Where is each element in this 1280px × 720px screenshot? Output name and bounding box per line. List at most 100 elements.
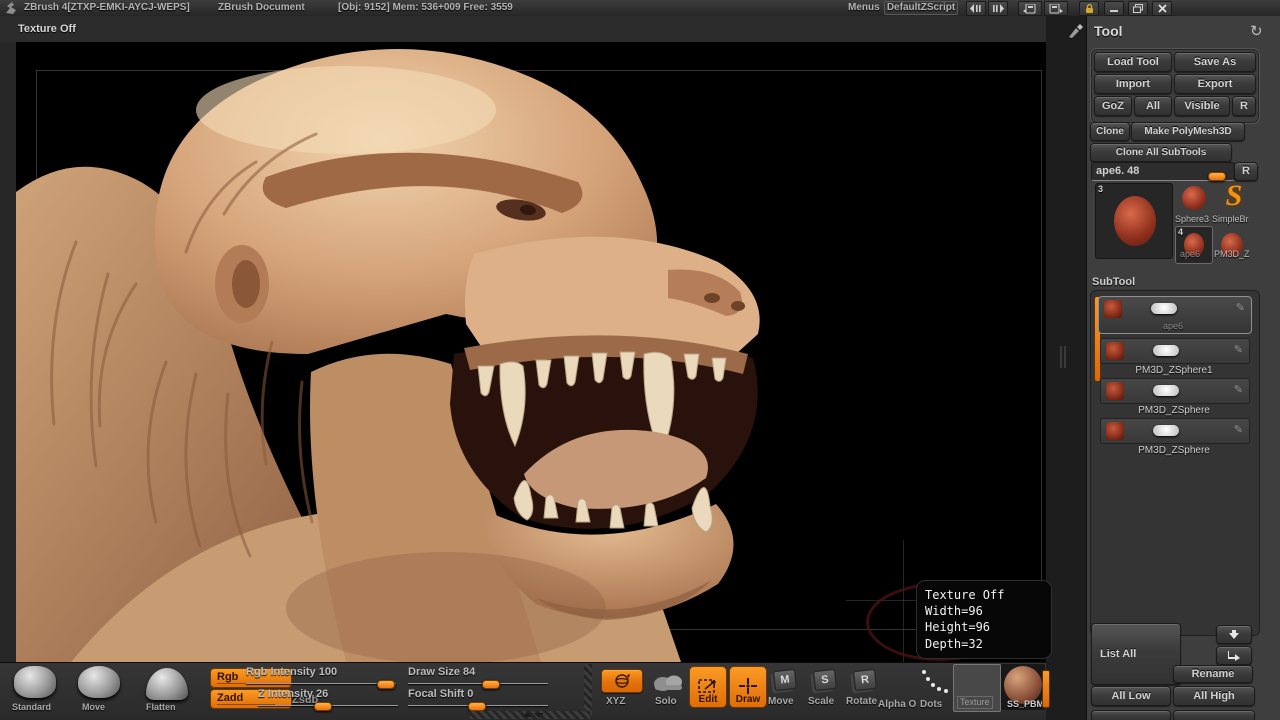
solo-label: Solo xyxy=(655,697,677,707)
clone-button[interactable]: Clone xyxy=(1090,122,1130,141)
lock-icon[interactable] xyxy=(1079,1,1099,16)
subtool-duplicate-button[interactable] xyxy=(1216,646,1252,665)
rgb-intensity-slider[interactable]: Rgb Intensity 100 xyxy=(246,667,396,689)
export-button[interactable]: Export xyxy=(1174,74,1256,94)
tray-divider[interactable] xyxy=(1046,16,1086,720)
alpha-selector[interactable]: Alpha O xyxy=(878,700,916,710)
arrow-down-icon xyxy=(1229,630,1239,639)
eye-visibility-icon[interactable] xyxy=(1151,303,1177,314)
polypaint-brush-icon[interactable]: ✎ xyxy=(1234,383,1243,396)
load-tool-button[interactable]: Load Tool xyxy=(1094,52,1172,72)
rotate-r-icon: R xyxy=(853,669,877,691)
polypaint-brush-icon[interactable]: ✎ xyxy=(1234,343,1243,356)
make-polymesh3d-button[interactable]: Make PolyMesh3D xyxy=(1131,122,1245,141)
brush-move[interactable] xyxy=(78,666,120,698)
tool-panel-title: Tool xyxy=(1094,24,1123,39)
restore-icon[interactable] xyxy=(1128,1,1148,16)
solo-button[interactable] xyxy=(650,672,688,692)
goz-all-button[interactable]: All xyxy=(1134,96,1172,116)
tray-arrow-up-icon xyxy=(522,712,532,717)
eye-visibility-icon[interactable] xyxy=(1153,425,1179,436)
eye-visibility-icon[interactable] xyxy=(1153,385,1179,396)
toolbar-edge-scrollbar[interactable] xyxy=(1042,670,1050,708)
all-low-button[interactable]: All Low xyxy=(1091,686,1171,706)
draw-cross-icon xyxy=(738,677,758,695)
ape-sculpture[interactable] xyxy=(16,42,1046,662)
left-tray-edge[interactable] xyxy=(0,42,17,662)
active-tool-thumbnail[interactable]: 3 xyxy=(1095,183,1173,259)
list-all-button[interactable]: List All xyxy=(1091,623,1181,685)
quickpick-simplebrush[interactable]: S xyxy=(1216,178,1252,214)
slider-track[interactable] xyxy=(246,683,396,684)
edit-button[interactable]: Edit xyxy=(689,666,727,708)
all-high-button[interactable]: All High xyxy=(1173,686,1255,706)
slider-knob[interactable] xyxy=(468,702,486,711)
cut-off-button-right[interactable] xyxy=(1173,710,1255,720)
app-title: ZBrush 4[ZTXP-EMKI-AYCJ-WEPS] xyxy=(24,3,190,13)
subtool-item-label: PM3D_ZSphere1 xyxy=(1100,366,1248,376)
status-row: Texture Off xyxy=(0,16,1046,43)
slider-knob[interactable] xyxy=(314,702,332,711)
goz-visible-button[interactable]: Visible xyxy=(1174,96,1230,116)
tray-divider-grip[interactable] xyxy=(1060,346,1062,368)
slider-knob[interactable] xyxy=(377,680,395,689)
zscript-button[interactable]: DefaultZScript xyxy=(884,1,958,15)
subtool-section-title: SubTool xyxy=(1092,276,1135,288)
material-selector[interactable]: SS_PBM xyxy=(1001,664,1045,710)
focal-shift-slider[interactable]: Focal Shift 0 xyxy=(408,689,548,711)
goz-button[interactable]: GoZ xyxy=(1094,96,1132,116)
dots-stroke-icon[interactable] xyxy=(918,668,950,696)
clone-all-subtools-button[interactable]: Clone All SubTools xyxy=(1090,143,1232,162)
subtool-item-zsphere2[interactable]: ✎ xyxy=(1100,378,1250,404)
zadd-mode-label: Zadd xyxy=(217,692,243,704)
subtool-down-button[interactable] xyxy=(1216,625,1252,644)
move-label: Move xyxy=(768,697,794,707)
tray-arrow-down-icon xyxy=(534,713,544,718)
polypaint-brush-icon[interactable]: ✎ xyxy=(1234,423,1243,436)
draw-size-slider[interactable]: Draw Size 84 xyxy=(408,667,548,689)
polypaint-brush-icon[interactable]: ✎ xyxy=(1236,301,1245,314)
palette-dock-right-icon[interactable] xyxy=(1044,1,1068,16)
tool-reload-icon[interactable]: ↻ xyxy=(1250,22,1263,40)
quickpick-sphere3[interactable] xyxy=(1180,184,1208,212)
eye-visibility-icon[interactable] xyxy=(1153,345,1179,356)
minimize-icon[interactable] xyxy=(1104,1,1124,16)
menus-button[interactable]: Menus xyxy=(848,3,880,13)
document-canvas[interactable] xyxy=(16,42,1046,662)
save-as-button[interactable]: Save As xyxy=(1174,52,1256,72)
texture-status-label: Texture Off xyxy=(18,23,76,35)
close-icon[interactable] xyxy=(1152,1,1172,16)
rename-button[interactable]: Rename xyxy=(1173,665,1253,683)
import-button[interactable]: Import xyxy=(1094,74,1172,94)
draw-button[interactable]: Draw xyxy=(729,666,767,708)
z-intensity-slider[interactable]: Z Intensity 26 xyxy=(258,689,398,711)
active-tool-badge: 3 xyxy=(1098,185,1103,194)
z-intensity-label: Z Intensity 26 xyxy=(258,689,398,700)
brush-standard[interactable] xyxy=(14,666,56,698)
edit-rect-icon xyxy=(697,677,719,695)
left-tray-toggle-icon[interactable] xyxy=(966,1,986,16)
right-tray-toggle-icon[interactable] xyxy=(988,1,1008,16)
slider-track[interactable] xyxy=(408,683,548,684)
quickpick-ape6-badge: 4 xyxy=(1178,228,1183,237)
subtool-thumbnail xyxy=(1106,342,1124,360)
rotate-button[interactable]: R xyxy=(848,668,882,692)
edit-label: Edit xyxy=(699,695,718,705)
slider-knob[interactable] xyxy=(482,680,500,689)
palette-dock-left-icon[interactable] xyxy=(1018,1,1042,16)
xyz-gyro-button[interactable] xyxy=(601,669,643,693)
subtool-item-ape6[interactable]: ✎ ape6 xyxy=(1098,296,1252,334)
tray-resize-handle[interactable] xyxy=(470,711,590,719)
quickpick-simplebrush-label: SimpleBr xyxy=(1212,215,1249,224)
scale-s-icon: S xyxy=(813,669,837,691)
texture-selector[interactable]: Texture xyxy=(953,664,1001,712)
dots-label[interactable]: Dots xyxy=(920,700,942,710)
subtool-item-zsphere1[interactable]: ✎ xyxy=(1100,338,1250,364)
zbrush-window: ZBrush 4[ZTXP-EMKI-AYCJ-WEPS] ZBrush Doc… xyxy=(0,0,1280,720)
cut-off-button-left[interactable] xyxy=(1091,710,1171,720)
move-button[interactable]: M xyxy=(768,668,802,692)
scale-button[interactable]: S xyxy=(808,668,842,692)
goz-r-button[interactable]: R xyxy=(1232,96,1256,116)
focal-shift-label: Focal Shift 0 xyxy=(408,689,548,700)
subtool-item-zsphere3[interactable]: ✎ xyxy=(1100,418,1250,444)
